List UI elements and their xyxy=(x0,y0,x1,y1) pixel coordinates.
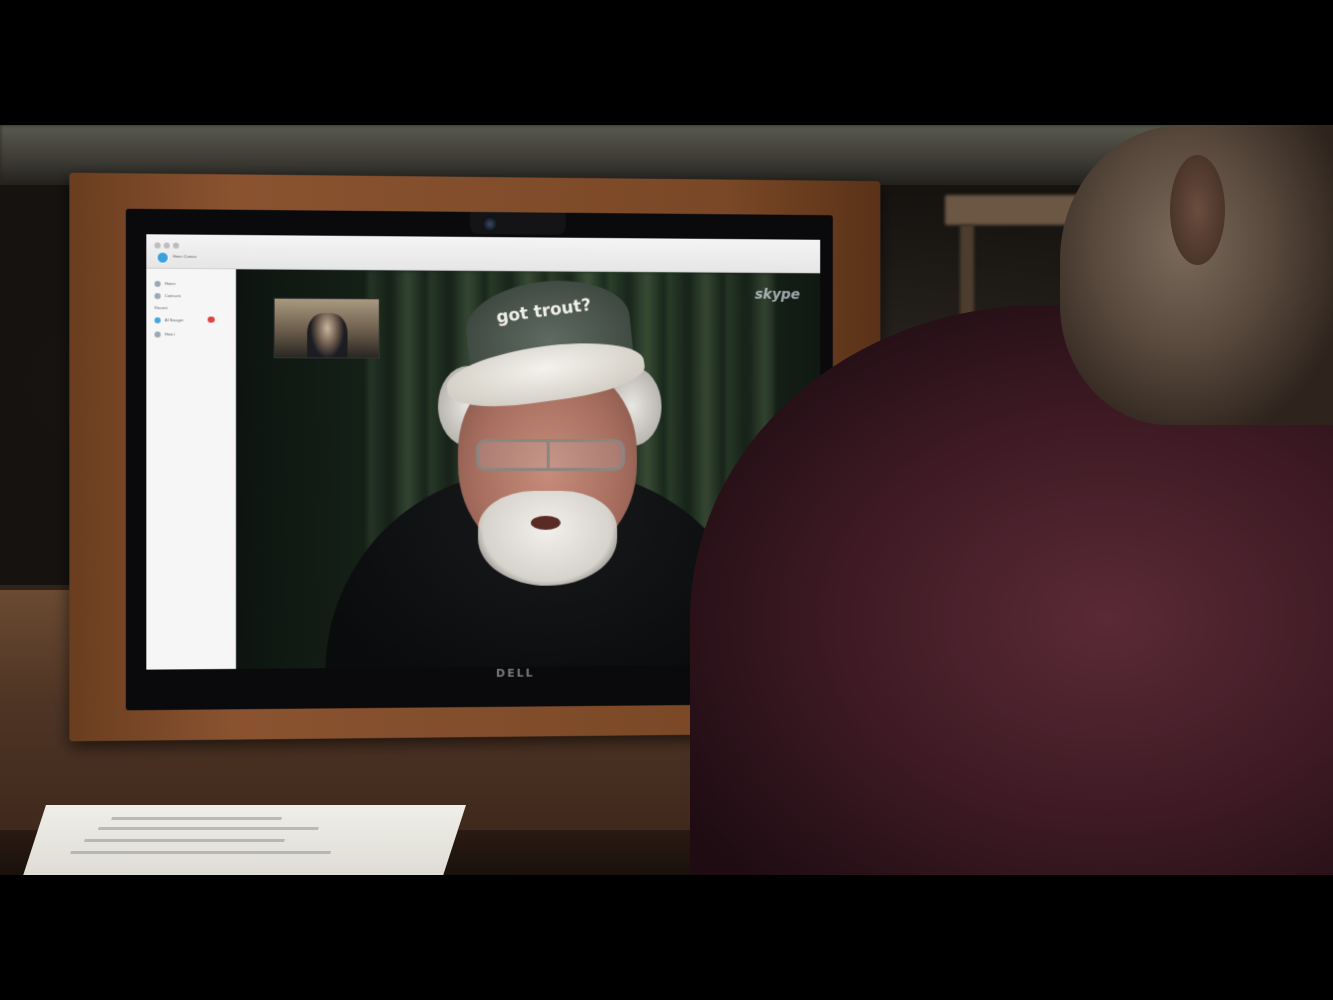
sidebar-item-contact[interactable]: Henri xyxy=(155,329,175,338)
profile-name: Henri Camus xyxy=(173,254,197,259)
contact-avatar-icon xyxy=(155,317,161,323)
paper-text-line xyxy=(111,817,282,820)
skype-titlebar: Henri Camus xyxy=(146,234,820,273)
sidebar-item-label: Contacts xyxy=(165,293,181,298)
letterbox-bottom xyxy=(0,875,1333,1000)
scene: Henri Camus Home Contacts Recent Al Swag… xyxy=(0,125,1333,875)
self-view-person xyxy=(307,313,347,359)
window-close-icon[interactable] xyxy=(155,242,161,248)
paper-document xyxy=(20,805,466,875)
sidebar-section-label: Recent xyxy=(155,305,168,310)
skype-watermark: skype xyxy=(755,287,800,303)
sidebar-item-home[interactable]: Home xyxy=(155,279,176,288)
window-minimize-icon[interactable] xyxy=(164,242,170,248)
sidebar-item-contacts[interactable]: Contacts xyxy=(155,291,181,300)
skype-sidebar: Home Contacts Recent Al Swager Henri xyxy=(146,269,236,670)
remote-person-beard xyxy=(478,491,617,586)
remote-person-glasses xyxy=(476,439,625,471)
monitor-brand-logo: DELL xyxy=(496,667,535,680)
paper-text-line xyxy=(70,851,331,854)
sidebar-item-contact[interactable]: Al Swager xyxy=(155,315,184,324)
sidebar-item-label: Al Swager xyxy=(165,317,184,322)
paper-text-line xyxy=(98,827,319,830)
contacts-icon xyxy=(155,293,161,299)
sidebar-section-recent: Recent xyxy=(155,303,168,312)
remote-person-mouth xyxy=(531,516,561,530)
side-table xyxy=(945,195,1085,225)
contact-avatar-icon xyxy=(155,331,161,337)
letterbox-top xyxy=(0,0,1333,125)
camera-notch xyxy=(470,212,566,235)
profile-avatar[interactable] xyxy=(157,252,169,264)
home-icon xyxy=(155,280,161,286)
camera-lens-icon xyxy=(482,216,498,232)
viewer-ear xyxy=(1170,155,1225,265)
window-maximize-icon[interactable] xyxy=(173,243,179,249)
self-view-thumbnail[interactable] xyxy=(274,298,380,359)
sidebar-item-label: Home xyxy=(165,281,176,286)
sidebar-item-label: Henri xyxy=(165,332,175,337)
paper-text-line xyxy=(84,839,285,842)
notification-badge xyxy=(208,317,215,323)
